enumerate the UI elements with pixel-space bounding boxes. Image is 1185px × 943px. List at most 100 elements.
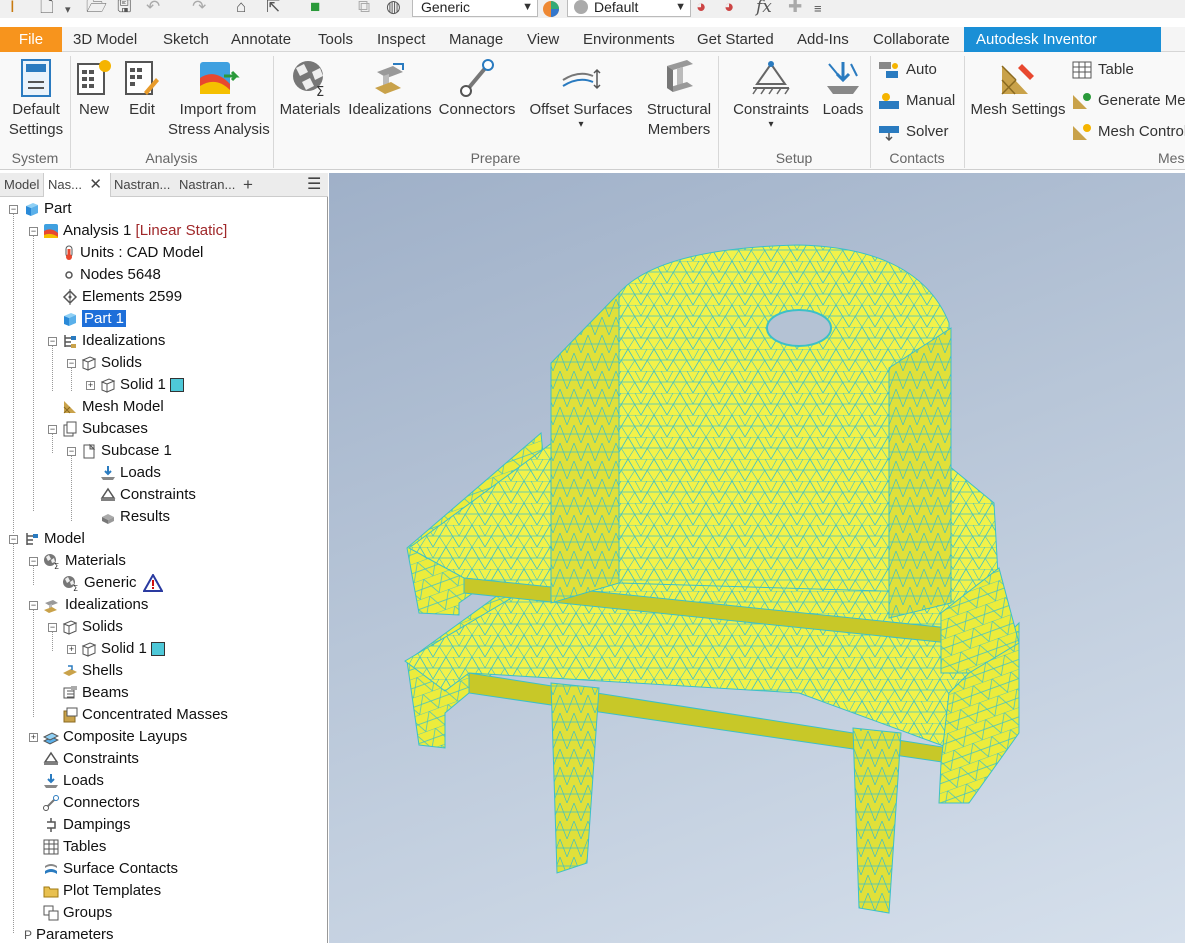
- collapse-toggle[interactable]: −: [48, 623, 57, 632]
- materials-button[interactable]: Σ Materials: [278, 58, 342, 120]
- browser-tab-nastran-3[interactable]: Nastran...: [179, 173, 235, 197]
- tab-view[interactable]: View: [527, 27, 559, 52]
- tree-node-elements[interactable]: Elements 2599: [62, 286, 182, 308]
- tree-node-subcase-loads[interactable]: Loads: [100, 462, 161, 484]
- update-icon[interactable]: ⧉: [358, 0, 370, 17]
- tree-node-part-1[interactable]: Part 1: [62, 308, 127, 330]
- tab-tools[interactable]: Tools: [318, 27, 353, 52]
- tab-add-ins[interactable]: Add-Ins: [797, 27, 849, 52]
- customize-icon[interactable]: ≡: [814, 0, 822, 18]
- auto-contacts-button[interactable]: Auto: [878, 59, 937, 81]
- offset-surfaces-button[interactable]: Offset Surfaces ▾: [528, 58, 634, 130]
- tab-inspect[interactable]: Inspect: [377, 27, 425, 52]
- add-tab-plus-icon[interactable]: +: [243, 173, 253, 197]
- new-analysis-button[interactable]: New: [74, 58, 114, 120]
- tree-node-model-idealizations[interactable]: Idealizations: [43, 594, 148, 616]
- chevron-down-icon[interactable]: ▾: [65, 0, 71, 18]
- tree-node-surface-contacts[interactable]: Surface Contacts: [43, 858, 178, 880]
- tree-node-nodes[interactable]: Nodes 5648: [62, 264, 161, 286]
- collapse-toggle[interactable]: −: [9, 205, 18, 214]
- graphics-viewport[interactable]: [329, 173, 1185, 943]
- tab-file[interactable]: File: [0, 27, 62, 52]
- expand-toggle[interactable]: +: [86, 381, 95, 390]
- tree-node-idealizations[interactable]: Idealizations: [62, 330, 165, 352]
- save-icon[interactable]: 🖫: [117, 0, 131, 17]
- collapse-toggle[interactable]: −: [9, 535, 18, 544]
- collapse-toggle[interactable]: −: [29, 601, 38, 610]
- select-icon[interactable]: ⇱: [266, 0, 280, 17]
- generate-mesh-button[interactable]: Generate Mes: [1072, 90, 1185, 112]
- manual-contacts-button[interactable]: Manual: [878, 90, 955, 112]
- tree-node-part[interactable]: Part: [24, 198, 72, 220]
- color-wheel-icon[interactable]: [541, 0, 561, 18]
- browser-tab-nastran-2[interactable]: Nastran...: [114, 173, 170, 197]
- loads-button[interactable]: Loads: [818, 58, 868, 120]
- home-icon[interactable]: ⌂: [236, 0, 246, 17]
- tree-node-units[interactable]: Units : CAD Model: [62, 242, 203, 264]
- expand-toggle[interactable]: +: [67, 645, 76, 654]
- tree-node-model-constraints[interactable]: Constraints: [43, 748, 139, 770]
- constraints-button[interactable]: Constraints ▾: [728, 58, 814, 130]
- open-icon[interactable]: 🗁: [86, 0, 107, 17]
- tab-get-started[interactable]: Get Started: [697, 27, 774, 52]
- collapse-toggle[interactable]: −: [29, 557, 38, 566]
- new-icon[interactable]: 🗋: [40, 0, 54, 17]
- tree-node-concentrated-masses[interactable]: Concentrated Masses: [62, 704, 228, 726]
- mesh-table-button[interactable]: Table: [1072, 59, 1134, 81]
- plus-icon[interactable]: ✚: [788, 0, 802, 17]
- tree-node-plot-templates[interactable]: Plot Templates: [43, 880, 161, 902]
- tab-collaborate[interactable]: Collaborate: [873, 27, 950, 52]
- structural-members-button[interactable]: Structural Members: [642, 58, 716, 140]
- tab-autodesk-inventor-nastran[interactable]: Autodesk Inventor Nastran: [964, 27, 1161, 73]
- mesh-control-button[interactable]: Mesh Control: [1072, 121, 1185, 143]
- browser-tab-model[interactable]: Model: [4, 173, 39, 197]
- tree-node-generic-material[interactable]: Σ Generic: [62, 572, 167, 594]
- material-select[interactable]: Generic ▼: [412, 0, 538, 17]
- idealizations-button[interactable]: Idealizations: [346, 58, 434, 120]
- tree-node-composite-layups[interactable]: Composite Layups: [43, 726, 187, 748]
- tab-sketch[interactable]: Sketch: [163, 27, 209, 52]
- color-icon[interactable]: ■: [310, 0, 320, 17]
- tree-node-subcase-1[interactable]: Subcase 1: [81, 440, 172, 462]
- mesh-settings-button[interactable]: Mesh Settings: [968, 58, 1068, 120]
- tree-node-model-solids[interactable]: Solids: [62, 616, 123, 638]
- browser-menu-icon[interactable]: ☰: [307, 173, 321, 197]
- tree-node-model-solid-1[interactable]: Solid 1: [81, 638, 165, 660]
- collapse-toggle[interactable]: −: [48, 337, 57, 346]
- expand-toggle[interactable]: +: [29, 733, 38, 742]
- import-stress-analysis-button[interactable]: Import from Stress Analysis: [168, 58, 270, 140]
- tree-node-mesh-model[interactable]: Mesh Model: [62, 396, 164, 418]
- adjust-appearance-icon[interactable]: ◕: [696, 0, 706, 17]
- tree-node-connectors[interactable]: Connectors: [43, 792, 140, 814]
- tree-node-tables[interactable]: Tables: [43, 836, 106, 858]
- material-ball-icon[interactable]: ◍: [386, 0, 401, 17]
- tree-node-results[interactable]: Results: [100, 506, 170, 528]
- appearance-select[interactable]: Default ▼: [567, 0, 691, 17]
- mesh-model-view[interactable]: [329, 173, 1185, 943]
- inventor-logo-icon[interactable]: I: [10, 0, 15, 17]
- tab-manage[interactable]: Manage: [449, 27, 503, 52]
- tree-node-shells[interactable]: Shells: [62, 660, 123, 682]
- collapse-toggle[interactable]: −: [67, 447, 76, 456]
- tab-3d-model[interactable]: 3D Model: [73, 27, 137, 52]
- close-icon[interactable]: ✕: [89, 173, 102, 197]
- tree-node-subcases[interactable]: Subcases: [62, 418, 148, 440]
- tab-environments[interactable]: Environments: [583, 27, 675, 52]
- tree-node-solids[interactable]: Solids: [81, 352, 142, 374]
- tree-node-materials[interactable]: Σ Materials: [43, 550, 126, 572]
- browser-tab-nastran-active[interactable]: Nas... ✕: [43, 173, 111, 197]
- collapse-toggle[interactable]: −: [67, 359, 76, 368]
- tree-node-beams[interactable]: Beams: [62, 682, 129, 704]
- undo-icon[interactable]: ↶: [146, 0, 160, 17]
- tree-node-model[interactable]: Model: [24, 528, 85, 550]
- tree-node-parameters[interactable]: P Parameters: [24, 924, 114, 943]
- connectors-button[interactable]: Connectors: [438, 58, 516, 120]
- tree-node-groups[interactable]: Groups: [43, 902, 112, 924]
- solver-contacts-button[interactable]: Solver: [878, 121, 949, 143]
- edit-analysis-button[interactable]: Edit: [122, 58, 162, 120]
- clear-appearance-icon[interactable]: ◕: [724, 0, 734, 17]
- redo-icon[interactable]: ↷: [192, 0, 206, 17]
- tree-node-analysis-1[interactable]: Analysis 1 [Linear Static]: [43, 220, 227, 242]
- tree-node-subcase-constraints[interactable]: Constraints: [100, 484, 196, 506]
- tree-node-solid-1[interactable]: Solid 1: [100, 374, 184, 396]
